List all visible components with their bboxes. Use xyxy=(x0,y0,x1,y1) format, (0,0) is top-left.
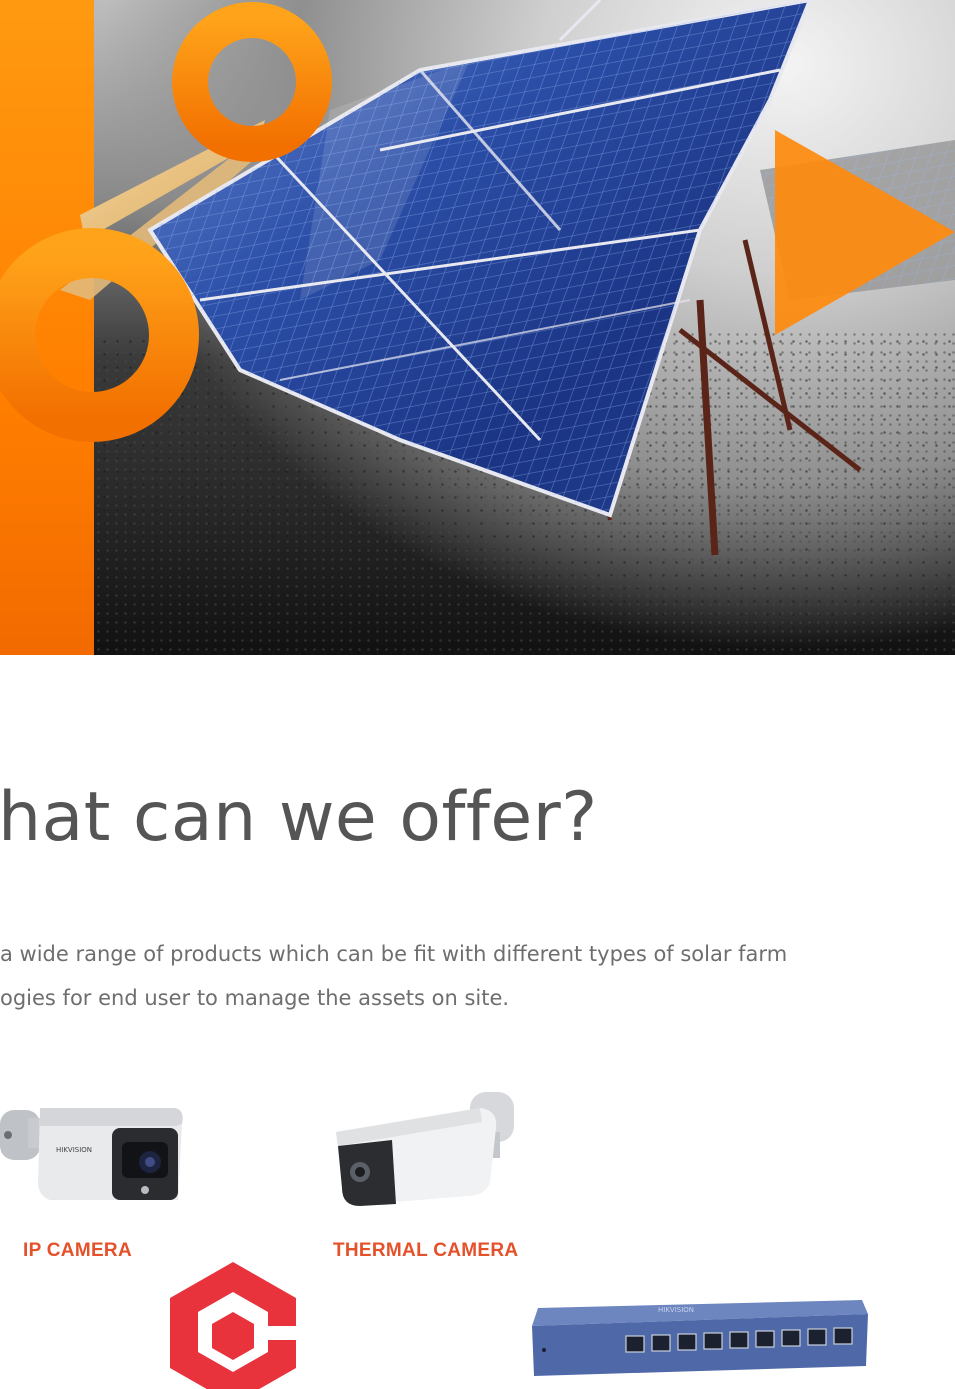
hero-banner xyxy=(0,0,955,655)
product-platform[interactable] xyxy=(168,1260,298,1389)
solar-panel-illustration xyxy=(0,0,955,556)
poe-switch-icon: HIKVISION xyxy=(532,1300,868,1376)
ip-camera-icon: HIKVISION xyxy=(0,1108,183,1200)
product-label-thermal-camera[interactable]: THERMAL CAMERA xyxy=(333,1240,518,1262)
orange-ring-top xyxy=(172,2,332,162)
section-description: a wide range of products which can be fi… xyxy=(0,932,900,1020)
orange-ring-left xyxy=(0,228,199,442)
product-poe-switch[interactable]: HIKVISION xyxy=(528,1300,870,1389)
svg-text:HIKVISION: HIKVISION xyxy=(658,1306,694,1314)
description-line-2: ogies for end user to manage the assets … xyxy=(0,986,510,1010)
platform-logo-icon xyxy=(170,1262,296,1389)
product-thermal-camera[interactable]: THERMAL CAMERA xyxy=(330,1088,530,1270)
product-ip-camera[interactable]: HIKVISION IP CAMERA xyxy=(0,1090,190,1270)
section-title: hat can we offer? xyxy=(0,778,598,857)
product-label-ip-camera[interactable]: IP CAMERA xyxy=(23,1240,132,1262)
thermal-camera-icon xyxy=(336,1092,514,1206)
svg-text:HIKVISION: HIKVISION xyxy=(56,1146,92,1154)
description-line-1: a wide range of products which can be fi… xyxy=(0,942,788,966)
